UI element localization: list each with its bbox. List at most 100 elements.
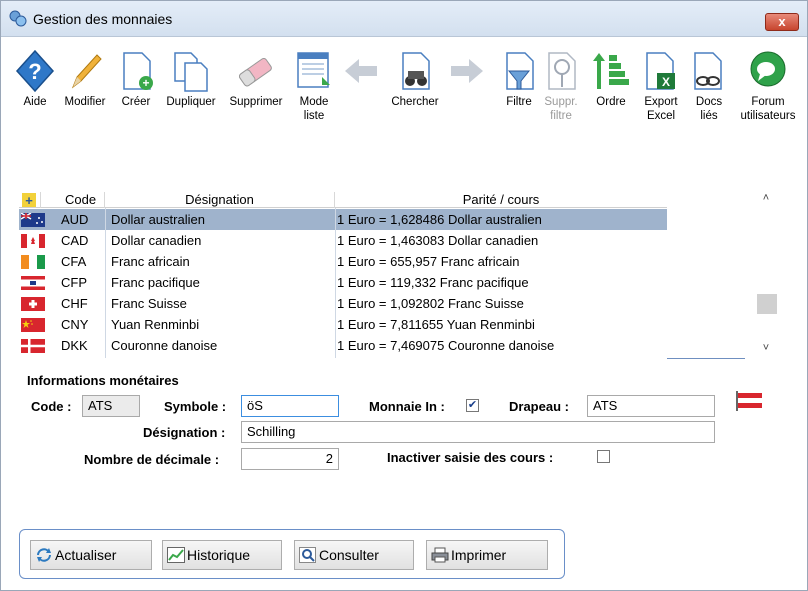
- flag-field[interactable]: ATS: [587, 395, 715, 417]
- designation-field[interactable]: Schilling: [241, 421, 715, 443]
- section-title: Informations monétaires: [27, 373, 179, 388]
- monnaie-in-checkbox[interactable]: ✔: [466, 399, 479, 412]
- monnaie-in-label: Monnaie In :: [369, 399, 445, 414]
- cell-designation: Yuan Renminbi: [111, 317, 200, 332]
- disable-rates-checkbox[interactable]: [597, 450, 610, 463]
- remove-filter-icon: [548, 52, 576, 90]
- scroll-up-arrow-icon[interactable]: ˄: [759, 192, 773, 208]
- svg-text:+: +: [142, 76, 149, 90]
- list-mode-icon: [297, 52, 330, 88]
- table-row[interactable]: CAD Dollar canadien 1 Euro = 1,463083 Doll…: [19, 230, 667, 251]
- magnifier-icon: [299, 547, 316, 563]
- cell-parity: 1 Euro = 1,628486 Dollar australien: [337, 212, 542, 227]
- cell-code: CNY: [61, 317, 89, 332]
- consult-button[interactable]: Consulter: [294, 540, 414, 570]
- new-document-icon: +: [123, 52, 153, 90]
- column-header-designation[interactable]: Désignation: [105, 192, 335, 208]
- decimals-field[interactable]: 2: [241, 448, 339, 470]
- table-row[interactable]: CHF Franc Suisse 1 Euro = 1,092802 Franc S…: [19, 293, 667, 314]
- currency-management-window: Gestion des monnaies x ? Aide Modifier +…: [0, 0, 808, 591]
- symbol-field[interactable]: öS: [241, 395, 339, 417]
- remove-filter-button[interactable]: Suppr. filtre: [541, 49, 581, 123]
- delete-button[interactable]: Supprimer: [225, 49, 287, 109]
- cell-code: AUD: [61, 212, 89, 227]
- refresh-icon: [37, 548, 51, 562]
- export-excel-button[interactable]: X Export Excel: [639, 49, 683, 123]
- printer-icon: [431, 547, 449, 563]
- symbol-label: Symbole :: [164, 399, 227, 414]
- table-row[interactable]: CFA Franc africain 1 Euro = 655,957 Franc …: [19, 251, 667, 272]
- cell-parity: 1 Euro = 655,957 Franc africain: [337, 254, 520, 269]
- toolbar: ? Aide Modifier + Créer Dupliquer Suppri…: [1, 39, 807, 131]
- scrollbar-thumb[interactable]: [757, 294, 777, 314]
- duplicate-button[interactable]: Dupliquer: [161, 49, 221, 109]
- help-icon: ?: [15, 49, 55, 93]
- excel-export-icon: X: [646, 52, 675, 90]
- create-button[interactable]: + Créer: [115, 49, 157, 109]
- table-row[interactable]: AUD Dollar australien 1 Euro = 1,628486 Do…: [19, 209, 667, 230]
- designation-label: Désignation :: [143, 425, 226, 440]
- cell-designation: Franc pacifique: [111, 275, 200, 290]
- binoculars-icon: [402, 52, 430, 90]
- modify-button[interactable]: Modifier: [59, 49, 111, 109]
- filter-icon: [506, 52, 534, 90]
- column-header-parity[interactable]: Parité / cours: [335, 192, 667, 208]
- china-flag-icon: [21, 318, 45, 332]
- help-button[interactable]: ? Aide: [15, 49, 55, 109]
- cell-parity: 1 Euro = 1,463083 Dollar canadien: [337, 233, 539, 248]
- flag-label: Drapeau :: [509, 399, 569, 414]
- refresh-button[interactable]: Actualiser: [30, 540, 152, 570]
- cell-code: CFP: [61, 275, 87, 290]
- action-button-group: Actualiser Historique Consulter Imprimer: [19, 529, 565, 579]
- cell-designation: Dollar australien: [111, 212, 205, 227]
- filter-button[interactable]: Filtre: [499, 49, 539, 109]
- cell-code: CAD: [61, 233, 89, 248]
- cell-designation: Franc Suisse: [111, 296, 187, 311]
- next-arrow-button[interactable]: [447, 49, 487, 93]
- sort-order-icon: [593, 53, 629, 89]
- code-label: Code :: [31, 399, 72, 414]
- add-column-icon[interactable]: +: [19, 192, 41, 208]
- list-mode-button[interactable]: Mode liste: [293, 49, 335, 123]
- duplicate-icon: [174, 52, 208, 92]
- cell-designation: Couronne danoise: [111, 338, 218, 353]
- close-button[interactable]: x: [765, 13, 799, 31]
- arrow-left-icon: [345, 59, 377, 83]
- cell-designation: Franc africain: [111, 254, 190, 269]
- currency-table[interactable]: + Code Désignation Parité / cours AUD Dol…: [19, 192, 781, 359]
- column-header-code[interactable]: Code: [41, 192, 105, 208]
- scroll-down-arrow-icon[interactable]: ˅: [759, 342, 773, 358]
- australia-flag-icon: [21, 213, 45, 227]
- table-row[interactable]: CFP Franc pacifique 1 Euro = 119,332 Franc…: [19, 272, 667, 293]
- linked-docs-button[interactable]: Docs liés: [689, 49, 729, 123]
- canada-flag-icon: [21, 234, 45, 248]
- cell-parity: 1 Euro = 7,469075 Couronne danoise: [337, 338, 555, 353]
- order-button[interactable]: Ordre: [591, 49, 631, 109]
- eraser-icon: [238, 57, 272, 87]
- austria-flag-icon: [736, 391, 762, 411]
- decimals-label: Nombre de décimale :: [84, 452, 220, 467]
- previous-arrow-button[interactable]: [341, 49, 381, 93]
- monetary-info-panel: Informations monétaires Code : ATS Symbo…: [1, 367, 807, 477]
- disable-rates-label: Inactiver saisie des cours :: [387, 450, 554, 465]
- pencil-icon: [71, 54, 102, 89]
- print-button[interactable]: Imprimer: [426, 540, 548, 570]
- ivory-coast-flag-icon: [21, 255, 45, 269]
- title-bar: Gestion des monnaies x: [1, 1, 807, 37]
- cell-designation: Dollar canadien: [111, 233, 202, 248]
- table-row[interactable]: DKK Couronne danoise 1 Euro = 7,469075 Cou…: [19, 335, 667, 356]
- denmark-flag-icon: [21, 339, 45, 353]
- cell-parity: 1 Euro = 1,092802 Franc Suisse: [337, 296, 524, 311]
- window-title: Gestion des monnaies: [33, 11, 173, 27]
- cell-code: DKK: [61, 338, 88, 353]
- user-forum-button[interactable]: Forum utilisateurs: [735, 49, 801, 123]
- french-polynesia-flag-icon: [21, 276, 45, 290]
- history-button[interactable]: Historique: [162, 540, 282, 570]
- code-field[interactable]: ATS: [82, 395, 140, 417]
- cell-parity: 1 Euro = 7,811655 Yuan Renminbi: [337, 317, 535, 332]
- switzerland-flag-icon: [21, 297, 45, 311]
- search-button[interactable]: Chercher: [387, 49, 443, 109]
- linked-docs-icon: [694, 52, 722, 90]
- table-row[interactable]: CNY Yuan Renminbi 1 Euro = 7,811655 Yuan R…: [19, 314, 667, 335]
- forum-chat-icon: [750, 51, 786, 87]
